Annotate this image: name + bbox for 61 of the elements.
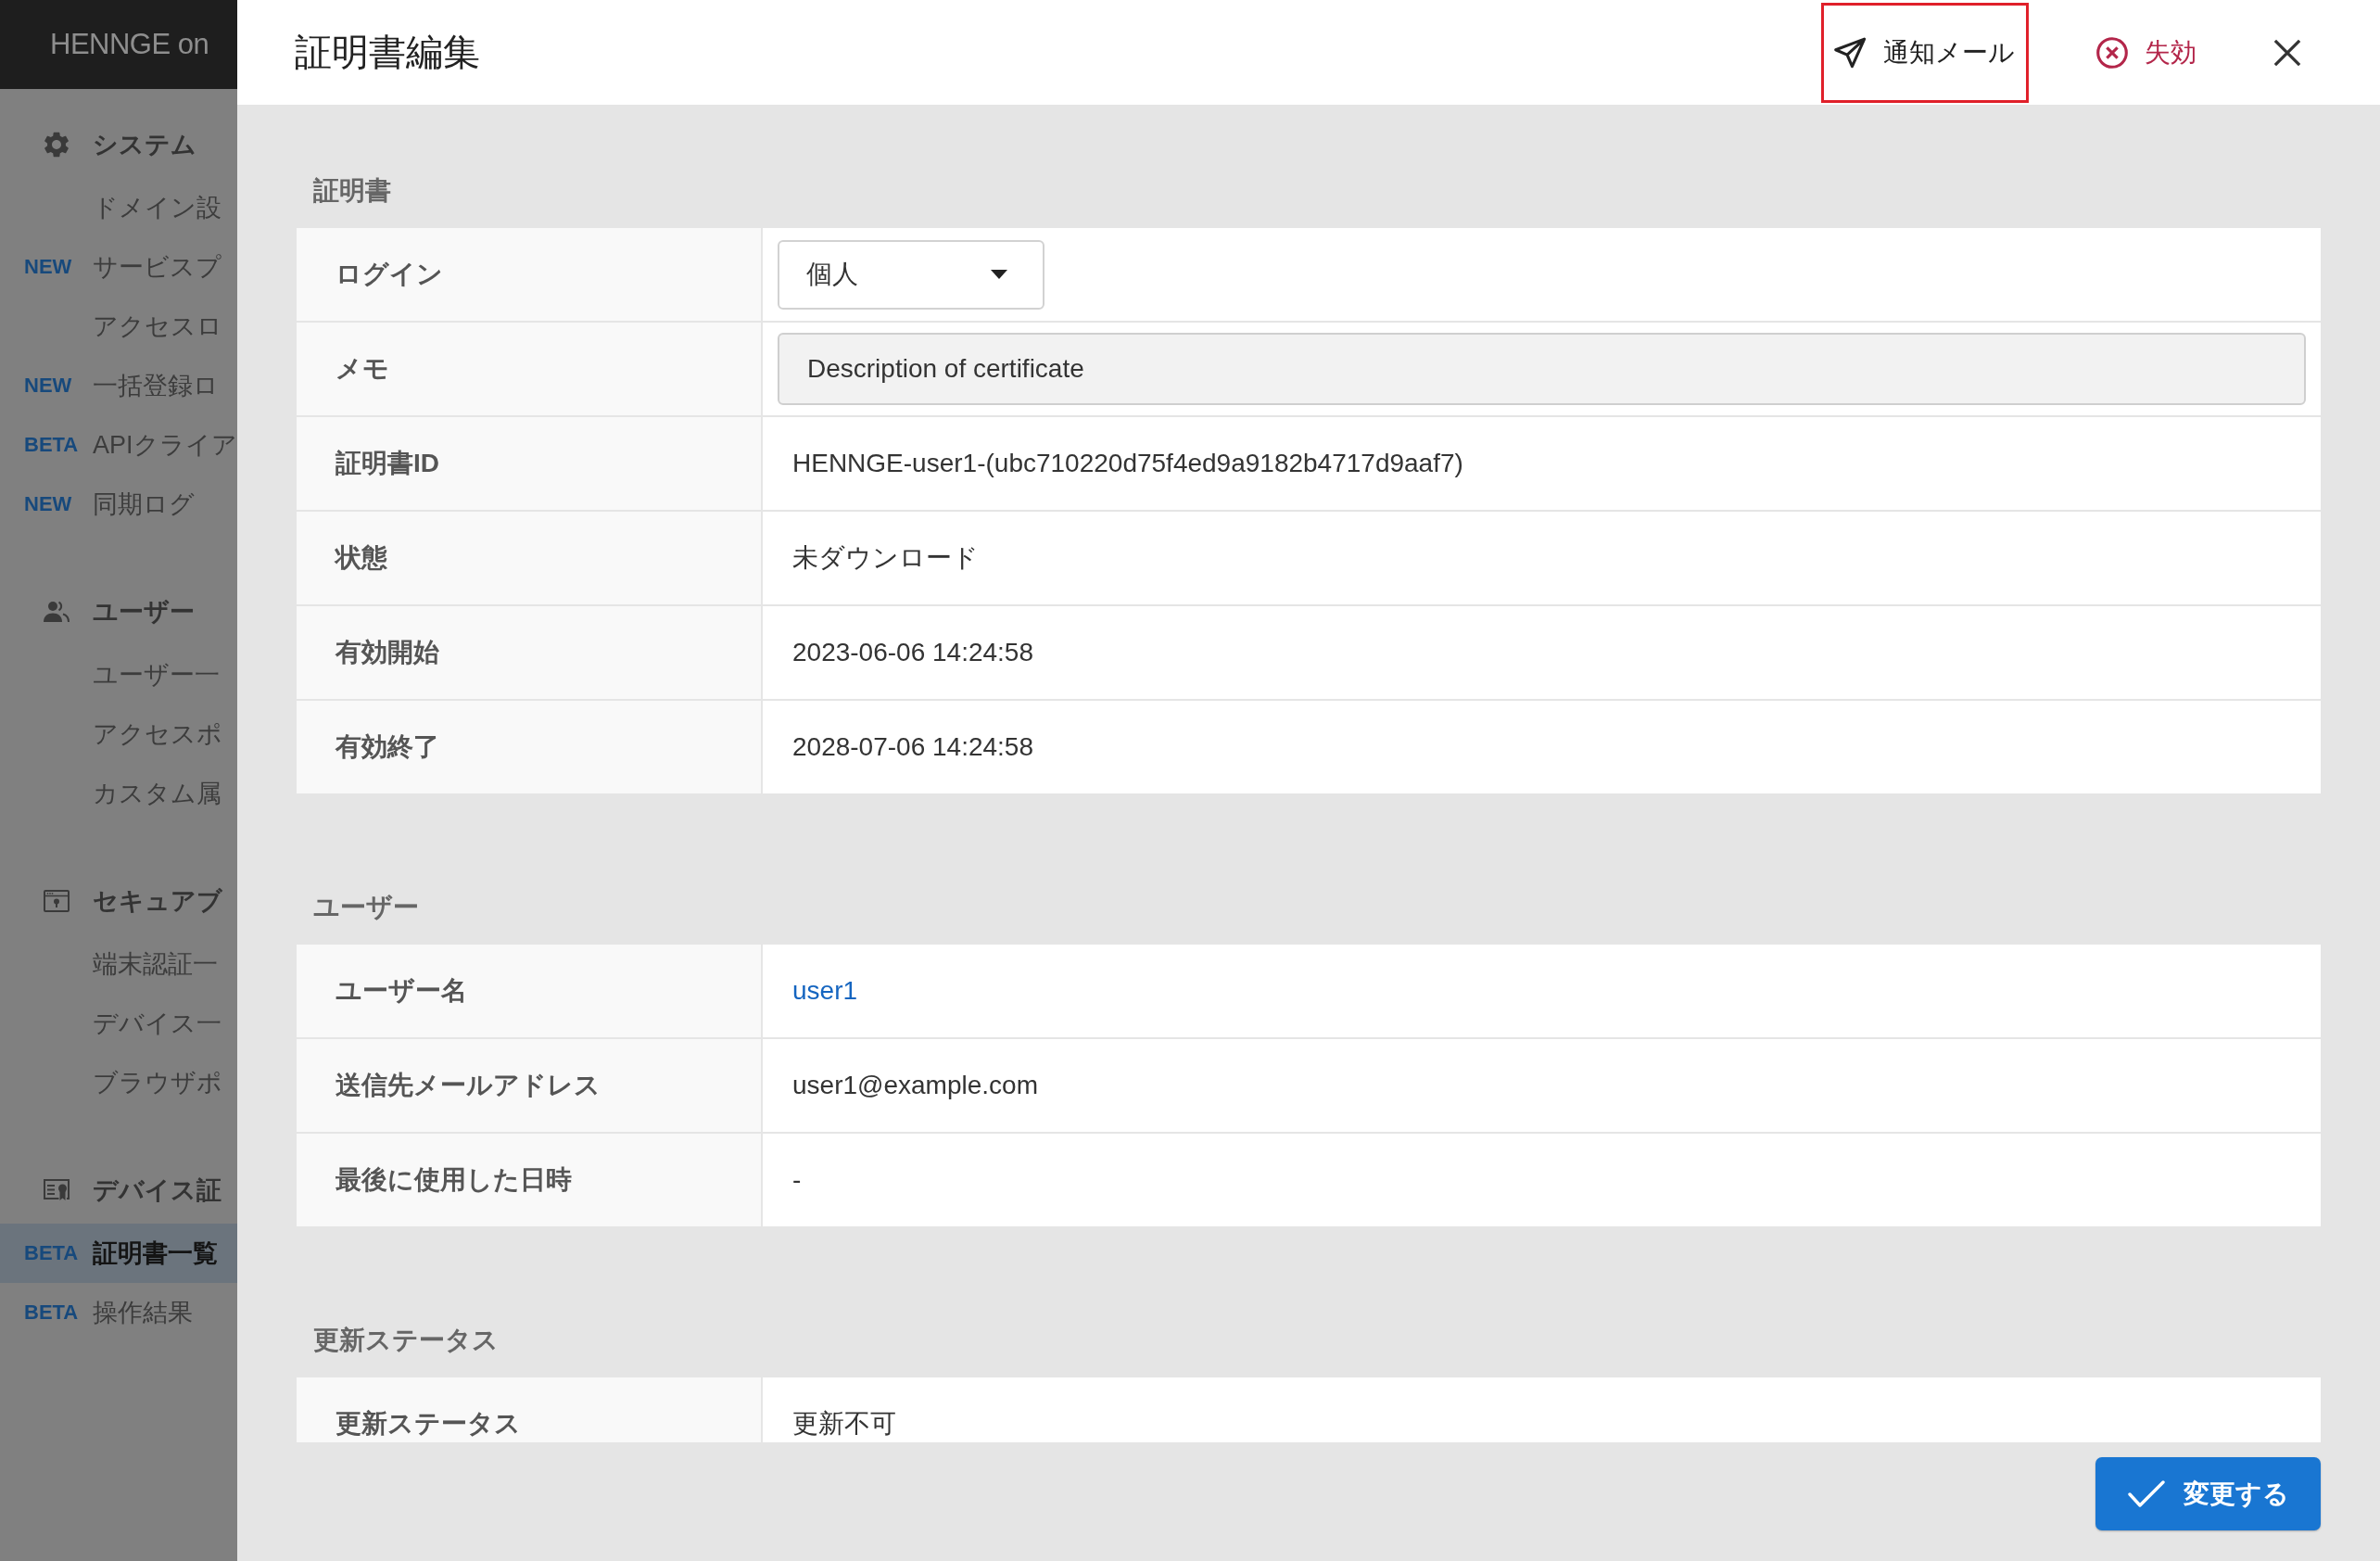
circle-x-icon [2096, 36, 2128, 69]
nav-link[interactable]: ブラウザポ [93, 1066, 237, 1099]
nav-section-title: システム [93, 130, 196, 160]
dialog-title: 証明書編集 [295, 31, 481, 74]
release-label: BETA [24, 1301, 80, 1325]
nav-section-title: デバイス証 [93, 1175, 222, 1206]
nav-section-title: ユーザー [93, 597, 195, 628]
value-cell: 2028-07-06 14:24:58 [763, 701, 2321, 793]
label-cell: 最後に使用した日時 [297, 1134, 761, 1226]
label-cell: ログイン [297, 228, 761, 321]
browser-lock-icon [44, 890, 70, 912]
select-field[interactable]: 個人 [778, 239, 1044, 310]
value-cell: user1@example.com [763, 1039, 2321, 1132]
users-icon [44, 601, 70, 623]
label-cell: 有効終了 [297, 701, 761, 793]
close-icon [2273, 38, 2301, 67]
memo-input[interactable]: Description of certificate [778, 333, 2306, 405]
check-icon [2127, 1479, 2165, 1508]
logo: HENNGE on [50, 28, 209, 61]
nav-link[interactable]: 端末認証一 [93, 947, 237, 981]
nav-link[interactable]: 証明書一覧 [93, 1237, 237, 1270]
value-cell: 2023-06-06 14:24:58 [763, 606, 2321, 699]
paper-plane-icon [1833, 36, 1867, 69]
value-cell: 更新不可 [763, 1377, 2321, 1442]
nav-link[interactable]: ユーザー一 [93, 658, 237, 692]
revoke-button[interactable]: 失効 [2084, 2, 2210, 103]
gear-icon [44, 132, 69, 158]
label-cell: メモ [297, 323, 761, 415]
nav-link[interactable]: サービスプ [93, 250, 237, 284]
release-label: NEW [24, 492, 73, 516]
section-title: 証明書 [312, 175, 392, 207]
section-title: 更新ステータス [312, 1325, 500, 1356]
label-cell: 状態 [297, 512, 761, 604]
release-label: NEW [24, 255, 73, 279]
nav-link[interactable]: ドメイン設 [93, 191, 237, 224]
label-cell: 更新ステータス [297, 1377, 761, 1442]
nav-section-title: セキュアブ [93, 886, 222, 917]
nav-link[interactable]: カスタム属 [93, 777, 237, 810]
nav-link[interactable]: 操作結果 [93, 1296, 237, 1329]
nav-link[interactable]: 一括登録ロ [93, 369, 237, 402]
certificate-icon [44, 1179, 70, 1201]
release-label: BETA [24, 1241, 80, 1265]
label-cell: ユーザー名 [297, 945, 761, 1037]
nav-link[interactable]: APIクライア [93, 428, 237, 462]
label-cell: 証明書ID [297, 417, 761, 510]
release-label: NEW [24, 374, 73, 398]
nav-link[interactable]: アクセスポ [93, 717, 237, 751]
caret-icon [991, 270, 1007, 279]
label-cell: 送信先メールアドレス [297, 1039, 761, 1132]
send-mail-button[interactable]: 通知メール [1821, 2, 2029, 103]
nav-link[interactable]: デバイス一 [93, 1007, 237, 1040]
label-cell: 有効開始 [297, 606, 761, 699]
release-label: BETA [24, 433, 80, 457]
user-link[interactable]: user1 [792, 972, 858, 1009]
value-cell: - [763, 1134, 2321, 1226]
save-button[interactable]: 変更する [2095, 1457, 2321, 1530]
nav-link[interactable]: 同期ログ [93, 488, 237, 521]
section-title: ユーザー [312, 892, 420, 923]
value-cell: 未ダウンロード [763, 512, 2321, 604]
nav-link[interactable]: アクセスロ [93, 310, 237, 343]
value-cell: HENNGE-user1-(ubc710220d75f4ed9a9182b4717d9aaf7) [763, 417, 2321, 510]
